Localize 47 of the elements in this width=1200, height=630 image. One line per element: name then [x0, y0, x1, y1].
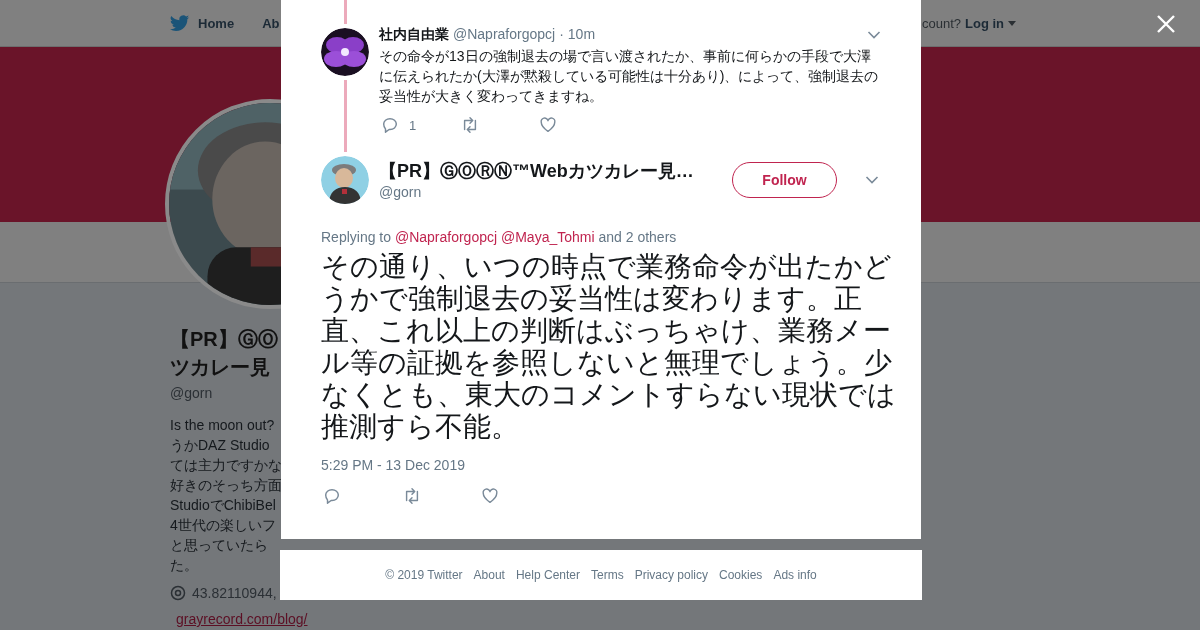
tweet-timestamp: 5:29 PM - 13 Dec 2019: [321, 457, 466, 473]
bio-text: Is the moon out?: [170, 416, 276, 435]
account-prompt: count?: [921, 15, 961, 31]
thread-line: [343, 0, 347, 24]
bio-text: と思っていたら: [170, 536, 269, 555]
tweet-text: その命令が13日の強制退去の場で言い渡されたか、事前に何らかの手段で大澤に伝えられたか(大澤が黙殺している可能性は十分あり)、によって、強制退去の妥当性が大きく変わってきますね。: [379, 47, 880, 106]
profile-name: 【PR】ⒼⓄ: [170, 327, 278, 352]
footer-link[interactable]: Help Center: [515, 568, 580, 582]
reply-icon[interactable]: [323, 487, 341, 505]
login-link[interactable]: Log in: [965, 15, 1004, 31]
footer-link[interactable]: Terms: [591, 568, 624, 582]
replying-to-text: Replying to @Napraforgopcj @Maya_Tohmi and 2 others: [321, 229, 678, 245]
author-name: 【PR】ⒼⓄⓇⓃ™Webカツカレー見…: [379, 160, 694, 182]
like-icon[interactable]: [481, 487, 499, 505]
author-handle: @Napraforgopcj: [453, 26, 556, 42]
bio-text: うかDAZ Studio: [170, 436, 271, 455]
home-link[interactable]: Home: [198, 15, 235, 31]
nav-link[interactable]: Ab: [262, 15, 280, 31]
follow-button[interactable]: Follow: [732, 162, 837, 198]
footer-link[interactable]: About: [473, 568, 505, 582]
website-link[interactable]: grayrecord.com/blog/: [176, 611, 308, 627]
profile-name: ツカレー見: [170, 355, 271, 380]
chevron-down-icon[interactable]: [867, 30, 881, 40]
author-handle: @gorn: [379, 184, 423, 200]
footer-link[interactable]: Privacy policy: [634, 568, 708, 582]
close-icon[interactable]: [1156, 14, 1176, 34]
copyright-text: © 2019 Twitter: [385, 568, 463, 582]
chevron-down-icon[interactable]: [865, 175, 879, 185]
author-name: 社内自由業: [379, 26, 449, 44]
footer-link[interactable]: Cookies: [719, 568, 763, 582]
like-icon[interactable]: [539, 116, 557, 134]
profile-handle: @gorn: [170, 385, 214, 401]
footer-link[interactable]: Ads info: [773, 568, 817, 582]
reply-count: 1: [409, 117, 417, 133]
tweet-time[interactable]: 10m: [567, 26, 596, 42]
separator-dot: ·: [559, 26, 564, 42]
bio-text: た。: [170, 556, 199, 575]
location-text: 43.82110944,: [192, 585, 277, 601]
reply-icon[interactable]: [381, 116, 399, 134]
bird-icon[interactable]: [170, 14, 190, 32]
bio-text: StudioでChibiBel: [170, 496, 277, 515]
tweet-text: その通り、いつの時点で業務命令が出たかどうかで強制退去の妥当性は変わります。正直、これ以上の判断はぶっちゃけ、業務メール等の証拠を参照しないと無理でしょう。少なくとも、東大のコメントすらない現状では推測すら不能。: [321, 251, 897, 443]
mention-link[interactable]: @Maya_Tohmi: [501, 229, 595, 245]
location-pin-icon: [170, 585, 186, 601]
bio-text: 4世代の楽しいフ: [170, 516, 277, 535]
caret-icon: [1008, 20, 1016, 26]
mention-link[interactable]: @Napraforgopcj: [394, 229, 498, 245]
